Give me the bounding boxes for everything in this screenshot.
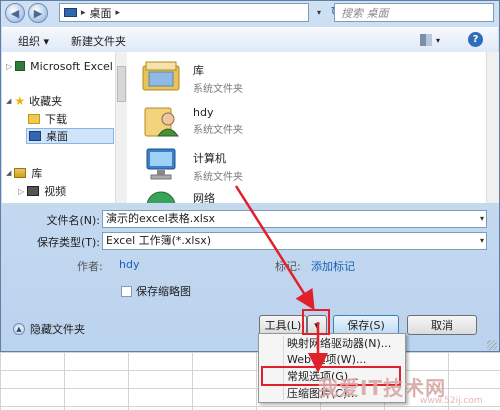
author-field[interactable]: hdy (119, 258, 139, 271)
expand-icon[interactable]: ▷ (18, 187, 24, 196)
collapse-icon[interactable]: ◢ (6, 97, 11, 105)
save-thumbnail-checkbox[interactable]: 保存缩略图 (121, 283, 191, 299)
sidebar-item-videos[interactable]: ▷ 视频 (18, 183, 66, 199)
author-label: 作者: (77, 260, 103, 273)
tags-label: 标记: (275, 260, 301, 273)
navigation-pane: ▷ Microsoft Excel ◢ ★ 收藏夹 下载 桌面 ◢ 库 ▷ 视频 (2, 52, 127, 203)
save-thumbnail-label: 保存缩略图 (136, 285, 191, 298)
forward-button[interactable]: ▶ (28, 3, 48, 23)
file-list-scrollbar[interactable] (486, 52, 499, 203)
hide-folders-button[interactable]: ▲ 隐藏文件夹 (13, 321, 85, 337)
filetype-value: Excel 工作簿(*.xlsx) (106, 234, 212, 247)
list-item[interactable]: 库 系统文件夹 (141, 58, 243, 102)
library-folder-icon (142, 61, 180, 91)
checkbox[interactable] (121, 285, 132, 297)
sidebar-item-favorites[interactable]: ◢ ★ 收藏夹 (6, 93, 62, 109)
organize-button[interactable]: 组织 ▾ (18, 33, 49, 49)
command-toolbar: 组织 ▾ 新建文件夹 ▾ ? (2, 27, 498, 53)
sidebar-item-label: 库 (31, 167, 43, 180)
menu-item-map-network-drive[interactable]: 映射网络驱动器(N)... (287, 336, 391, 352)
star-icon: ★ (14, 94, 26, 108)
computer-icon (146, 148, 176, 180)
file-type: 系统文件夹 (193, 84, 243, 95)
video-icon (27, 186, 40, 196)
file-name: hdy (193, 106, 214, 119)
library-icon (14, 168, 27, 178)
chevron-down-icon[interactable]: ▾ (480, 211, 484, 227)
new-folder-button[interactable]: 新建文件夹 (71, 33, 126, 49)
filename-value: 演示的excel表格.xlsx (106, 212, 216, 225)
sidebar-item-label: Microsoft Excel (30, 59, 113, 73)
scrollbar-thumb[interactable] (117, 66, 126, 102)
breadcrumb-chevron-icon[interactable]: ▸ (116, 8, 121, 18)
sidebar-item-microsoft-excel[interactable]: ▷ Microsoft Excel (6, 58, 113, 74)
tools-button[interactable]: 工具(L) (259, 315, 307, 335)
file-name: 库 (193, 64, 204, 77)
collapse-up-icon: ▲ (13, 323, 25, 335)
tags-field[interactable]: 添加标记 (311, 258, 355, 274)
collapse-icon[interactable]: ◢ (6, 169, 11, 177)
breadcrumb-separator: ▸ (81, 7, 86, 18)
tools-dropdown-highlight (302, 309, 330, 335)
view-grid-icon (420, 34, 432, 46)
sidebar-item-label: 视频 (44, 185, 67, 198)
watermark-url: www.52ij.com (420, 396, 483, 406)
file-type: 系统文件夹 (193, 172, 243, 183)
file-name: 网络 (193, 192, 215, 203)
help-icon[interactable]: ? (468, 32, 483, 47)
sidebar-item-libraries[interactable]: ◢ 库 (6, 165, 42, 181)
cancel-button[interactable]: 取消 (407, 315, 477, 335)
desktop-icon (29, 131, 41, 141)
hide-folders-label: 隐藏文件夹 (30, 323, 85, 336)
search-input[interactable]: 搜索 桌面 (334, 3, 494, 22)
sidebar-item-label: 桌面 (46, 130, 68, 143)
sidebar-item-desktop[interactable]: 桌面 (26, 128, 114, 144)
file-name: 计算机 (193, 152, 226, 165)
file-type: 系统文件夹 (193, 125, 243, 136)
nav-scrollbar[interactable] (115, 52, 127, 203)
user-folder-icon (144, 107, 179, 137)
save-as-dialog: ◀ ▶ ▸ 桌面 ▸ ▾ ↻ 搜索 桌面 组织 ▾ 新建文件夹 ▾ ? ▷ Mi… (0, 0, 500, 352)
desktop-icon (64, 8, 77, 17)
resize-grip[interactable] (487, 340, 497, 350)
filetype-select[interactable]: Excel 工作簿(*.xlsx) ▾ (102, 232, 487, 250)
list-item[interactable]: 计算机 系统文件夹 (141, 146, 243, 190)
file-list: 库 系统文件夹 hdy 系统文件夹 计算机 系统文件夹 网络 (127, 52, 486, 203)
network-icon (146, 191, 176, 203)
sidebar-item-downloads[interactable]: 下载 (28, 111, 67, 127)
filetype-label: 保存类型(T): (36, 236, 100, 249)
save-button[interactable]: 保存(S) (333, 315, 399, 335)
sidebar-item-label: 下载 (45, 113, 67, 126)
excel-icon (15, 61, 26, 71)
filename-input[interactable]: 演示的excel表格.xlsx ▾ (102, 210, 487, 228)
chevron-down-icon[interactable]: ▾ (480, 233, 484, 249)
expand-icon[interactable]: ▷ (6, 62, 12, 71)
list-item[interactable]: hdy 系统文件夹 (141, 102, 243, 146)
list-item[interactable]: 网络 (141, 188, 215, 203)
back-button[interactable]: ◀ (5, 3, 25, 23)
address-bar[interactable]: ▸ 桌面 ▸ (59, 3, 309, 22)
address-dropdown-icon[interactable]: ▾ (312, 3, 326, 22)
download-folder-icon (28, 114, 40, 124)
filename-label: 文件名(N): (46, 214, 100, 227)
sidebar-item-label: 收藏夹 (29, 95, 63, 108)
view-options-button[interactable]: ▾ (420, 32, 450, 48)
breadcrumb-desktop[interactable]: 桌面 (90, 5, 112, 21)
chevron-down-icon: ▾ (436, 35, 441, 45)
